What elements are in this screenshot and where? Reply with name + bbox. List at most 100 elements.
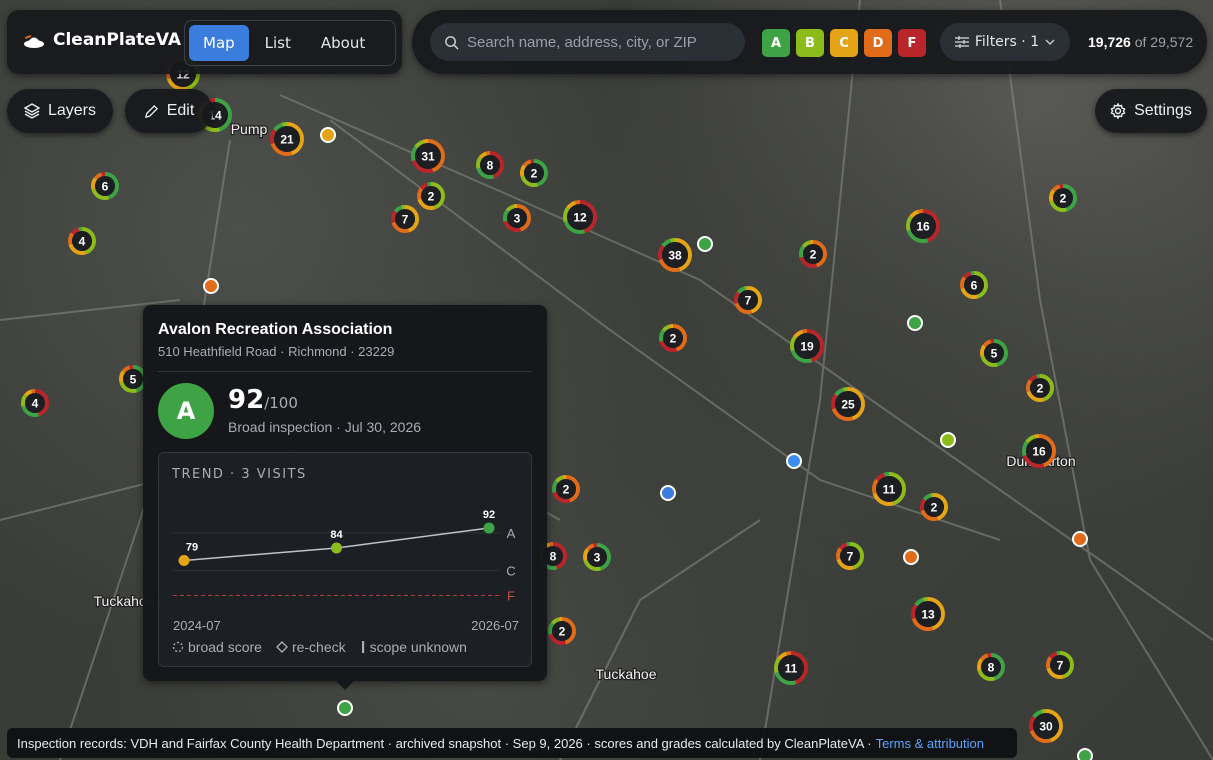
grade-chip-c[interactable]: C <box>830 29 858 57</box>
cluster-marker[interactable]: 4 <box>68 227 96 255</box>
grade-chip-a[interactable]: A <box>762 29 790 57</box>
x-axis-start-label: 2024-07 <box>173 618 221 633</box>
cluster-marker[interactable]: 8 <box>977 653 1005 681</box>
cluster-marker[interactable]: 7 <box>1046 651 1074 679</box>
cluster-count: 2 <box>1060 192 1067 206</box>
cluster-count: 38 <box>668 249 682 263</box>
legend-scope-unknown: scope unknown <box>360 639 467 655</box>
cluster-marker[interactable]: 2 <box>1049 184 1077 212</box>
restaurant-marker[interactable] <box>786 453 802 469</box>
shown-count: 19,726 <box>1088 34 1131 50</box>
cluster-marker[interactable]: 7 <box>836 542 864 570</box>
cluster-count: 2 <box>563 483 570 497</box>
cluster-marker[interactable]: 12 <box>563 200 597 234</box>
layers-button[interactable]: Layers <box>7 89 113 133</box>
cluster-marker[interactable]: 5 <box>119 365 147 393</box>
trend-point-label: 79 <box>186 542 198 554</box>
restaurant-marker[interactable] <box>337 700 353 716</box>
cluster-marker[interactable]: 11 <box>774 651 808 685</box>
cluster-count: 7 <box>847 550 854 564</box>
cluster-marker[interactable]: 3 <box>503 204 531 232</box>
cluster-marker[interactable]: 2 <box>920 493 948 521</box>
cluster-count: 2 <box>428 190 435 204</box>
cluster-marker[interactable]: 11 <box>872 472 906 506</box>
restaurant-marker[interactable] <box>940 432 956 448</box>
trend-point-label: 92 <box>483 509 495 521</box>
cluster-marker[interactable]: 3 <box>583 543 611 571</box>
cluster-count: 8 <box>988 661 995 675</box>
legend-re-check: re-check <box>275 639 346 655</box>
divider <box>158 371 532 372</box>
restaurant-marker[interactable] <box>903 549 919 565</box>
terms-link[interactable]: Terms & attribution <box>876 736 984 751</box>
restaurant-marker[interactable] <box>203 278 219 294</box>
tab-about[interactable]: About <box>307 25 379 61</box>
cluster-marker[interactable]: 2 <box>520 159 548 187</box>
grade-chip-f[interactable]: F <box>898 29 926 57</box>
attribution-footer: Inspection records: VDH and Fairfax Coun… <box>7 728 1017 758</box>
edit-label: Edit <box>166 102 195 119</box>
restaurant-marker[interactable] <box>907 315 923 331</box>
settings-button[interactable]: Settings <box>1095 89 1207 133</box>
tab-map[interactable]: Map <box>189 25 249 61</box>
trend-point[interactable] <box>483 522 495 534</box>
cluster-marker[interactable]: 8 <box>476 151 504 179</box>
cluster-marker[interactable]: 31 <box>411 139 445 173</box>
search-box[interactable] <box>430 23 745 61</box>
app-name: CleanPlateVA <box>53 30 181 50</box>
edit-button[interactable]: Edit <box>125 89 213 133</box>
cluster-marker[interactable]: 6 <box>91 172 119 200</box>
total-count: of 29,572 <box>1134 34 1194 50</box>
cluster-marker[interactable]: 7 <box>391 205 419 233</box>
cluster-marker[interactable]: 2 <box>659 324 687 352</box>
restaurant-popup[interactable]: Avalon Recreation Association 510 Heathf… <box>143 305 547 690</box>
diamond-icon <box>275 641 288 653</box>
grade-band-label: A <box>507 526 516 541</box>
cluster-count: 11 <box>785 662 798 676</box>
restaurant-marker[interactable] <box>1077 748 1093 760</box>
filters-button[interactable]: Filters · 1 <box>940 23 1070 61</box>
layers-label: Layers <box>47 102 97 119</box>
cluster-count: 2 <box>531 167 538 181</box>
brand[interactable]: CleanPlateVA <box>23 30 181 50</box>
legend-broad-score: broad score <box>172 639 262 655</box>
cluster-marker[interactable]: 13 <box>911 597 945 631</box>
chevron-down-icon <box>1045 39 1055 45</box>
search-input[interactable] <box>467 33 737 51</box>
view-tabs: Map List About <box>184 20 396 66</box>
cluster-marker[interactable]: 7 <box>734 286 762 314</box>
tab-list[interactable]: List <box>251 25 305 61</box>
cluster-marker[interactable]: 25 <box>831 387 865 421</box>
attribution-text: Inspection records: VDH and Fairfax Coun… <box>17 735 872 751</box>
score-max: /100 <box>264 394 298 412</box>
trend-point[interactable] <box>331 542 342 554</box>
grade-chip-b[interactable]: B <box>796 29 824 57</box>
cluster-marker[interactable]: 2 <box>548 617 576 645</box>
cluster-marker[interactable]: 2 <box>417 182 445 210</box>
pencil-icon <box>144 104 158 118</box>
cluster-marker[interactable]: 30 <box>1029 709 1063 743</box>
cluster-marker[interactable]: 2 <box>1026 374 1054 402</box>
cluster-marker[interactable]: 16 <box>906 209 940 243</box>
cluster-marker[interactable]: 16 <box>1022 434 1056 468</box>
cluster-count: 5 <box>991 347 998 361</box>
restaurant-marker[interactable] <box>320 127 336 143</box>
cluster-marker[interactable]: 5 <box>980 339 1008 367</box>
cluster-count: 12 <box>573 211 587 225</box>
grade-chip-d[interactable]: D <box>864 29 892 57</box>
cluster-marker[interactable]: 21 <box>270 122 304 156</box>
cluster-marker[interactable]: 19 <box>790 329 824 363</box>
cluster-marker[interactable]: 2 <box>799 240 827 268</box>
cluster-marker[interactable]: 38 <box>658 238 692 272</box>
cluster-marker[interactable]: 4 <box>21 389 49 417</box>
restaurant-marker[interactable] <box>697 236 713 252</box>
restaurant-marker[interactable] <box>1072 531 1088 547</box>
restaurant-marker[interactable] <box>660 485 676 501</box>
trend-panel: TREND · 3 VISITS A C F 79 84 92 2024-07 2026-07… <box>158 452 532 667</box>
score: 92/100 <box>228 385 298 415</box>
cluster-count: 16 <box>1032 445 1046 459</box>
cluster-count: 2 <box>670 332 677 346</box>
cluster-marker[interactable]: 2 <box>552 475 580 503</box>
cluster-marker[interactable]: 6 <box>960 271 988 299</box>
trend-point[interactable] <box>178 555 190 566</box>
